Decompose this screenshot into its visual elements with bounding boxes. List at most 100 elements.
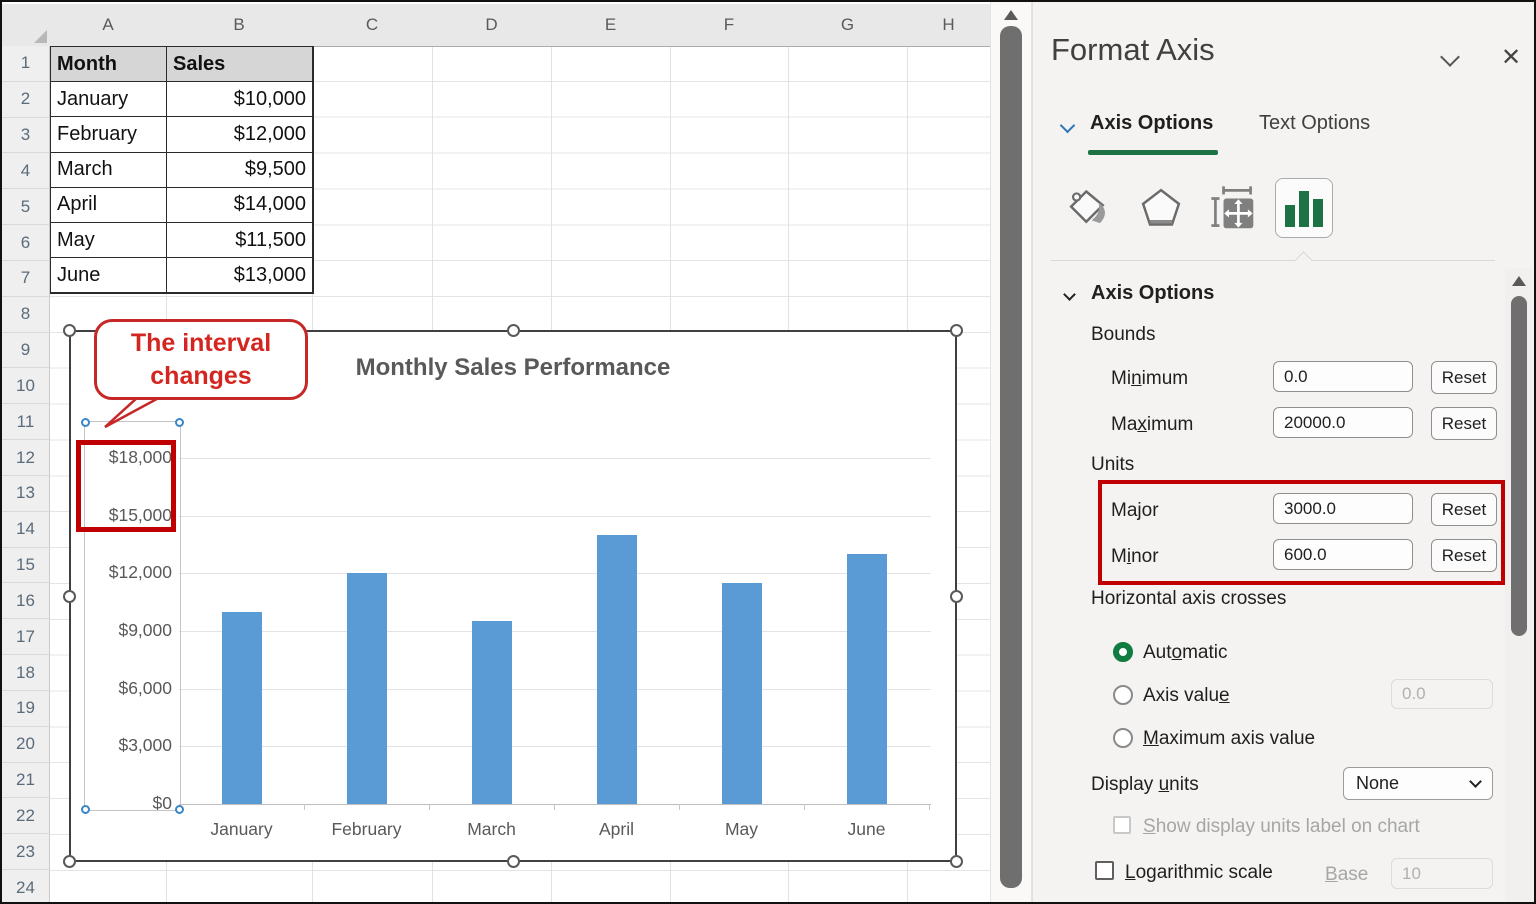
maximum-axis-value-radio[interactable] [1113,728,1133,748]
scroll-up-icon[interactable] [1004,10,1018,20]
sheet-scrollbar[interactable] [990,2,1032,902]
row-header-5[interactable]: 5 [2,189,50,225]
select-all-button[interactable] [2,4,51,47]
panel-scrollbar[interactable] [1505,268,1533,902]
table-cell-month[interactable]: April [51,188,167,223]
effects-icon[interactable] [1133,180,1189,236]
row-header-1[interactable]: 1 [2,46,50,82]
column-header-b[interactable]: B [166,4,313,47]
column-header-g[interactable]: G [788,4,908,47]
column-header-c[interactable]: C [312,4,433,47]
resize-handle-top-right[interactable] [950,324,963,337]
section-header-axis-options[interactable]: Axis Options [1091,282,1214,305]
x-axis-category-label[interactable]: January [187,819,297,840]
row-header-11[interactable]: 11 [2,404,50,440]
column-header-f[interactable]: F [670,4,789,47]
table-cell-sales[interactable]: $14,000 [167,188,313,223]
display-units-dropdown[interactable]: None [1343,767,1493,800]
row-header-2[interactable]: 2 [2,82,50,118]
tab-dropdown-chevron-icon[interactable] [1060,118,1076,134]
minimum-input[interactable] [1273,361,1413,392]
resize-handle-mid-right[interactable] [950,590,963,603]
column-header-a[interactable]: A [50,4,167,47]
chart-bar-january[interactable] [222,612,262,804]
x-axis-category-label[interactable]: May [687,819,797,840]
resize-handle-top-mid[interactable] [507,324,520,337]
row-header-7[interactable]: 7 [2,261,50,297]
row-header-14[interactable]: 14 [2,512,50,548]
axis-handle[interactable] [175,805,184,814]
panel-scroll-up-icon[interactable] [1512,276,1526,286]
panel-close-icon[interactable]: ✕ [1501,46,1521,70]
table-cell-month[interactable]: February [51,117,167,152]
column-header-d[interactable]: D [432,4,552,47]
table-cell-month[interactable]: January [51,82,167,117]
resize-handle-bottom-right[interactable] [950,855,963,868]
table-cell-month[interactable]: June [51,258,167,293]
table-header-month[interactable]: Month [51,47,167,82]
axis-value-radio[interactable] [1113,685,1133,705]
row-header-15[interactable]: 15 [2,548,50,584]
row-header-20[interactable]: 20 [2,727,50,763]
row-header-9[interactable]: 9 [2,333,50,369]
panel-scrollbar-thumb[interactable] [1511,296,1527,636]
axis-handle[interactable] [81,805,90,814]
table-cell-sales[interactable]: $10,000 [167,82,313,117]
table-cell-sales[interactable]: $12,000 [167,117,313,152]
section-collapse-chevron-icon[interactable] [1063,288,1076,301]
chart-bar-april[interactable] [597,535,637,804]
table-header-sales[interactable]: Sales [167,47,313,82]
resize-handle-top-left[interactable] [63,324,76,337]
tab-axis-options[interactable]: Axis Options [1090,112,1213,135]
logarithmic-scale-checkbox[interactable] [1095,861,1114,880]
resize-handle-bottom-left[interactable] [63,855,76,868]
row-header-22[interactable]: 22 [2,798,50,834]
row-header-12[interactable]: 12 [2,440,50,476]
row-header-17[interactable]: 17 [2,619,50,655]
minimum-reset-button[interactable]: Reset [1431,361,1497,394]
row-header-10[interactable]: 10 [2,368,50,404]
logarithmic-scale-label[interactable]: Logarithmic scale [1125,862,1273,884]
table-cell-sales[interactable]: $11,500 [167,223,313,258]
row-header-6[interactable]: 6 [2,225,50,261]
x-axis-category-label[interactable]: February [312,819,422,840]
fill-icon[interactable] [1061,180,1117,236]
panel-collapse-chevron-icon[interactable] [1440,47,1460,67]
x-axis-category-label[interactable]: June [812,819,922,840]
column-header-e[interactable]: E [551,4,671,47]
automatic-radio[interactable] [1113,642,1133,662]
row-header-3[interactable]: 3 [2,118,50,154]
x-axis-category-label[interactable]: March [437,819,547,840]
row-header-24[interactable]: 24 [2,870,50,904]
maximum-input[interactable] [1273,407,1413,438]
axis-handle[interactable] [81,418,90,427]
column-header-h[interactable]: H [907,4,991,47]
row-header-19[interactable]: 19 [2,691,50,727]
chart-bar-june[interactable] [847,554,887,804]
table-cell-sales[interactable]: $9,500 [167,153,313,188]
resize-handle-bottom-mid[interactable] [507,855,520,868]
sheet-scrollbar-thumb[interactable] [1000,26,1022,888]
chart-bar-february[interactable] [347,573,387,804]
callout-bubble[interactable]: The interval changes [94,319,308,400]
table-cell-sales[interactable]: $13,000 [167,258,313,293]
row-header-8[interactable]: 8 [2,297,50,333]
resize-handle-mid-left[interactable] [63,590,76,603]
size-properties-icon[interactable] [1205,180,1261,236]
table-cell-month[interactable]: March [51,153,167,188]
tab-text-options[interactable]: Text Options [1259,112,1370,135]
x-axis-category-label[interactable]: April [562,819,672,840]
table-cell-month[interactable]: May [51,223,167,258]
maximum-reset-button[interactable]: Reset [1431,407,1497,440]
row-header-21[interactable]: 21 [2,763,50,799]
automatic-label[interactable]: Automatic [1143,642,1228,664]
row-header-23[interactable]: 23 [2,834,50,870]
chart-options-icon[interactable] [1275,178,1333,238]
row-header-4[interactable]: 4 [2,153,50,189]
row-header-13[interactable]: 13 [2,476,50,512]
chart-bar-march[interactable] [472,621,512,804]
axis-value-label[interactable]: Axis value [1143,685,1230,707]
maximum-axis-value-label[interactable]: Maximum axis value [1143,728,1315,750]
chart-bar-may[interactable] [722,583,762,804]
row-header-18[interactable]: 18 [2,655,50,691]
